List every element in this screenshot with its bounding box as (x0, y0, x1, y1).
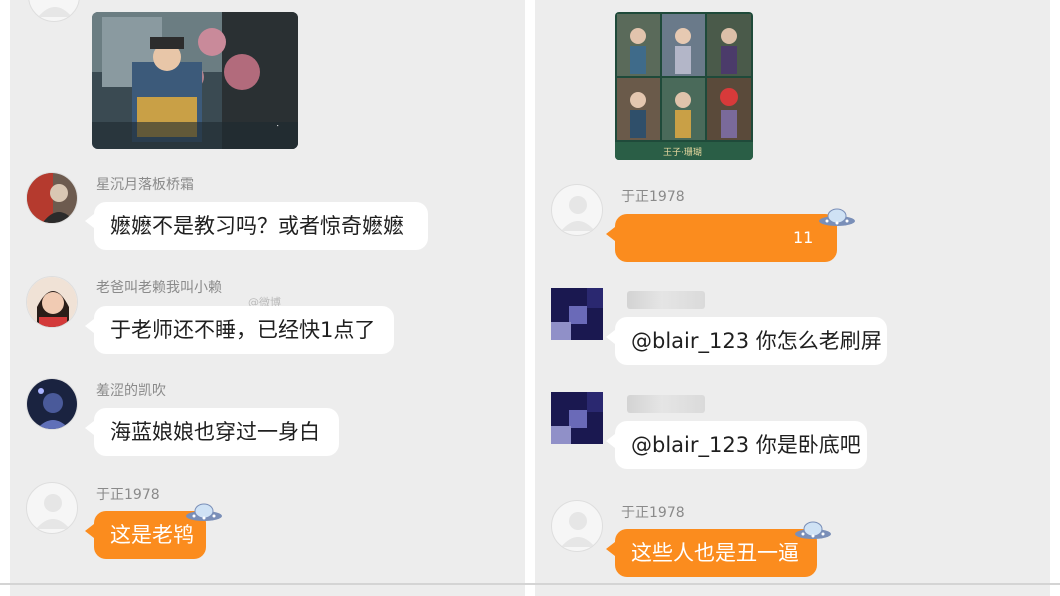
bubble-tail (606, 542, 615, 556)
message-bubble-own[interactable]: 11 (615, 214, 837, 262)
user-avatar[interactable] (551, 288, 603, 340)
bubble-tail (606, 330, 615, 344)
panel-divider (525, 0, 535, 596)
poster-caption: 王子·珊瑚 (663, 148, 702, 158)
drama-still-image[interactable]: · (92, 12, 298, 149)
username-label: 羞涩的凯吹 (96, 383, 166, 399)
default-avatar-icon[interactable] (551, 500, 603, 552)
bubble-tail (606, 227, 615, 241)
ufo-sticker-icon (184, 500, 224, 524)
username-label: 于正1978 (96, 487, 160, 503)
message-bubble[interactable]: @blair_123 你怎么老刷屏 (615, 317, 887, 365)
bubble-tail (85, 421, 94, 435)
ufo-sticker-icon (793, 518, 833, 542)
bubble-tail (85, 524, 94, 538)
left-chat-panel: · 星沉月落板桥霜 嬷嬷不是教习吗？或者惊奇嬷嬷 老爸叫老赖我叫小赖 @微博 于… (10, 0, 525, 596)
default-avatar-icon[interactable] (26, 482, 78, 534)
username-label: 于正1978 (621, 505, 685, 521)
username-label: 星沉月落板桥霜 (96, 177, 194, 193)
bubble-tail (606, 434, 615, 448)
drama-poster-image[interactable]: 王子·珊瑚 (615, 12, 753, 160)
blurred-username (627, 395, 705, 413)
message-bubble[interactable]: 嬷嬷不是教习吗？或者惊奇嬷嬷 (94, 202, 428, 250)
message-bubble[interactable]: 于老师还不睡，已经快1点了 (94, 306, 394, 354)
username-label: 于正1978 (621, 189, 685, 205)
default-avatar-icon[interactable] (551, 184, 603, 236)
message-bubble[interactable]: @blair_123 你是卧底吧 (615, 421, 867, 469)
user-avatar[interactable] (551, 392, 603, 444)
default-avatar-icon[interactable] (28, 0, 80, 22)
message-bubble[interactable]: 海蓝娘娘也穿过一身白 (94, 408, 339, 456)
ufo-sticker-icon (817, 205, 857, 229)
right-chat-panel: 王子·珊瑚 于正1978 11 @blair_123 你怎么老刷屏 @blair… (535, 0, 1050, 596)
user-avatar[interactable] (26, 276, 78, 328)
message-bubble-own[interactable]: 这些人也是丑一逼 (615, 529, 817, 577)
blurred-username (627, 291, 705, 309)
user-avatar[interactable] (26, 378, 78, 430)
svg-text:·: · (271, 124, 282, 127)
bottom-divider (0, 583, 1060, 585)
user-avatar[interactable] (26, 172, 78, 224)
bubble-tail (85, 319, 94, 333)
bubble-tail (85, 214, 94, 228)
username-label: 老爸叫老赖我叫小赖 (96, 280, 222, 296)
